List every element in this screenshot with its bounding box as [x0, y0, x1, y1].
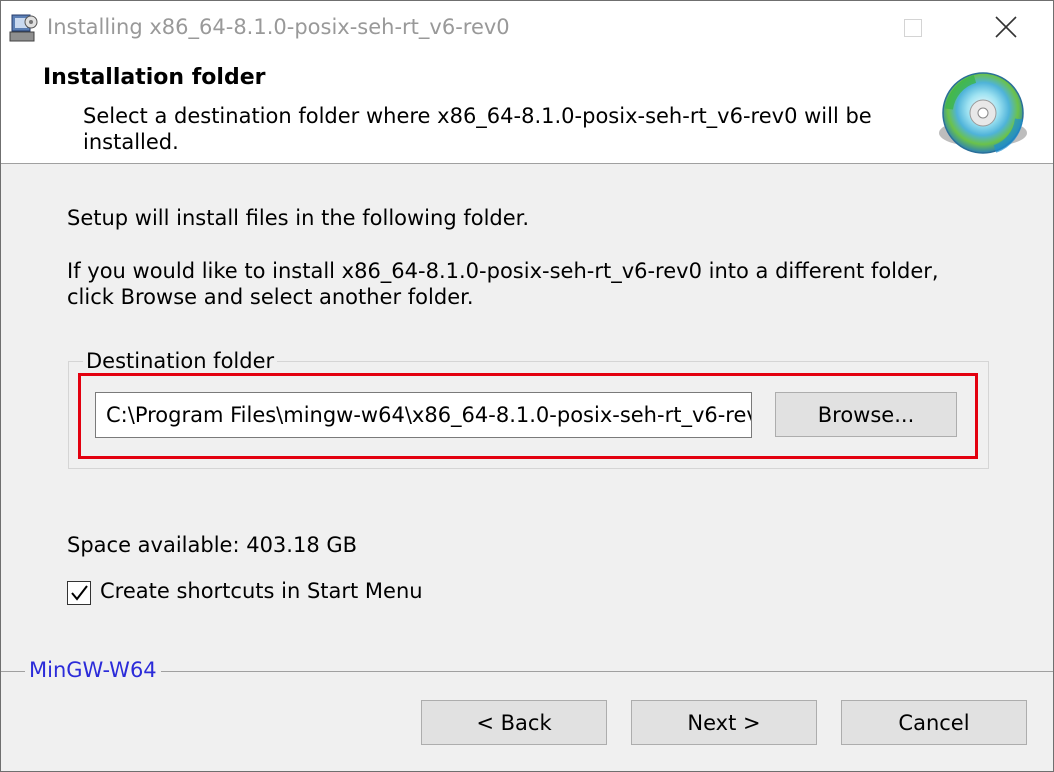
back-button[interactable]: < Back [421, 700, 607, 745]
destination-folder-legend: Destination folder [83, 349, 278, 373]
intro-text: Setup will install files in the followin… [67, 206, 530, 230]
maximize-button[interactable] [867, 1, 959, 55]
create-shortcuts-label[interactable]: Create shortcuts in Start Menu [100, 579, 423, 603]
close-icon [995, 16, 1017, 38]
window-title: Installing x86_64-8.1.0-posix-seh-rt_v6-… [47, 15, 510, 39]
cd-disc-icon [935, 69, 1031, 157]
installer-window: Installing x86_64-8.1.0-posix-seh-rt_v6-… [0, 0, 1054, 772]
space-available-text: Space available: 403.18 GB [67, 533, 358, 557]
page-description: Select a destination folder where x86_64… [83, 104, 872, 154]
maximize-icon [904, 19, 922, 37]
cancel-button[interactable]: Cancel [841, 700, 1027, 745]
minimize-icon [819, 27, 839, 29]
minimize-button[interactable] [783, 1, 875, 55]
close-button[interactable] [961, 1, 1053, 55]
branding-text: MinGW-W64 [25, 658, 161, 682]
create-shortcuts-checkbox[interactable] [67, 581, 91, 605]
next-button[interactable]: Next > [631, 700, 817, 745]
title-bar[interactable]: Installing x86_64-8.1.0-posix-seh-rt_v6-… [1, 1, 1053, 55]
browse-hint-text: If you would like to install x86_64-8.1.… [67, 259, 939, 309]
checkmark-icon [71, 585, 88, 601]
browse-button[interactable]: Browse... [775, 392, 957, 437]
installer-icon [9, 13, 39, 43]
page-title: Installation folder [43, 65, 266, 90]
destination-path-input[interactable] [95, 392, 752, 438]
header-panel: Installation folder Select a destination… [1, 55, 1053, 164]
